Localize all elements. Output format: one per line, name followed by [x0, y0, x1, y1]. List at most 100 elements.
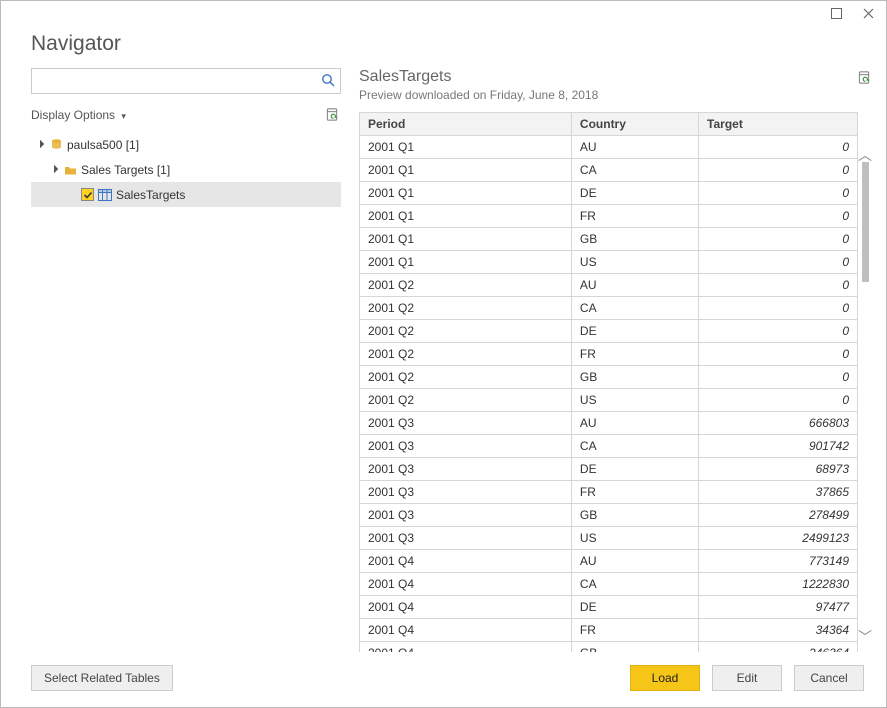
tree-node-folder-label: Sales Targets [1]	[81, 163, 170, 177]
cell-period: 2001 Q2	[360, 343, 572, 366]
vertical-scrollbar[interactable]: ︿ ﹀	[858, 112, 872, 651]
cell-country: US	[571, 527, 698, 550]
table-row[interactable]: 2001 Q4FR34364	[360, 619, 858, 642]
col-header-target[interactable]: Target	[699, 113, 858, 136]
table-icon	[98, 188, 112, 202]
tree-node-table-label: SalesTargets	[116, 188, 185, 202]
table-checkbox[interactable]	[81, 188, 94, 201]
cell-period: 2001 Q3	[360, 481, 572, 504]
cell-period: 2001 Q4	[360, 573, 572, 596]
table-row[interactable]: 2001 Q3CA901742	[360, 435, 858, 458]
cell-country: CA	[571, 297, 698, 320]
table-row[interactable]: 2001 Q1CA0	[360, 159, 858, 182]
table-row[interactable]: 2001 Q2FR0	[360, 343, 858, 366]
table-row[interactable]: 2001 Q4DE97477	[360, 596, 858, 619]
preview-table-wrap: Period Country Target 2001 Q1AU02001 Q1C…	[359, 112, 858, 651]
search-input[interactable]	[31, 68, 341, 94]
cell-target: 34364	[699, 619, 858, 642]
right-pane: SalesTargets Preview downloaded on Frida…	[359, 68, 872, 651]
preview-subtitle: Preview downloaded on Friday, June 8, 20…	[359, 88, 598, 102]
table-row[interactable]: 2001 Q1AU0	[360, 136, 858, 159]
table-row[interactable]: 2001 Q2GB0	[360, 366, 858, 389]
display-options-row: Display Options ▾	[31, 100, 341, 130]
cell-target: 0	[699, 389, 858, 412]
table-row[interactable]: 2001 Q4AU773149	[360, 550, 858, 573]
cell-target: 0	[699, 228, 858, 251]
display-options-dropdown[interactable]: Display Options ▾	[31, 108, 126, 122]
table-row[interactable]: 2001 Q4CA1222830	[360, 573, 858, 596]
tree-node-root[interactable]: paulsa500 [1]	[31, 132, 341, 157]
cell-country: US	[571, 389, 698, 412]
cell-period: 2001 Q3	[360, 435, 572, 458]
tree-node-folder[interactable]: Sales Targets [1]	[31, 157, 341, 182]
cancel-button[interactable]: Cancel	[794, 665, 864, 691]
body: Display Options ▾	[1, 68, 886, 659]
cell-period: 2001 Q1	[360, 251, 572, 274]
table-row[interactable]: 2001 Q1US0	[360, 251, 858, 274]
scrollbar-thumb[interactable]	[862, 162, 869, 282]
col-header-country[interactable]: Country	[571, 113, 698, 136]
search-icon[interactable]	[321, 73, 335, 87]
cell-country: DE	[571, 596, 698, 619]
cell-period: 2001 Q2	[360, 366, 572, 389]
preview-refresh-button[interactable]	[857, 70, 872, 85]
cell-target: 97477	[699, 596, 858, 619]
cell-country: US	[571, 251, 698, 274]
table-row[interactable]: 2001 Q2DE0	[360, 320, 858, 343]
load-button[interactable]: Load	[630, 665, 700, 691]
table-row[interactable]: 2001 Q3US2499123	[360, 527, 858, 550]
cell-country: CA	[571, 435, 698, 458]
cell-period: 2001 Q4	[360, 550, 572, 573]
scroll-up-icon[interactable]: ︿	[858, 148, 872, 162]
cell-period: 2001 Q4	[360, 596, 572, 619]
maximize-button[interactable]	[826, 4, 846, 24]
cell-period: 2001 Q4	[360, 642, 572, 652]
cell-country: AU	[571, 550, 698, 573]
table-region: Period Country Target 2001 Q1AU02001 Q1C…	[359, 112, 872, 651]
cell-country: AU	[571, 412, 698, 435]
cell-target: 0	[699, 251, 858, 274]
tree-node-table[interactable]: SalesTargets	[31, 182, 341, 207]
navigator-window: Navigator Display Options ▾	[0, 0, 887, 708]
table-row[interactable]: 2001 Q2AU0	[360, 274, 858, 297]
table-row[interactable]: 2001 Q1FR0	[360, 205, 858, 228]
preview-header: SalesTargets Preview downloaded on Frida…	[359, 68, 872, 112]
table-row[interactable]: 2001 Q2US0	[360, 389, 858, 412]
cell-country: GB	[571, 366, 698, 389]
cell-country: AU	[571, 274, 698, 297]
cell-period: 2001 Q2	[360, 320, 572, 343]
table-row[interactable]: 2001 Q1GB0	[360, 228, 858, 251]
refresh-button[interactable]	[325, 107, 341, 123]
cell-target: 0	[699, 136, 858, 159]
cell-period: 2001 Q3	[360, 504, 572, 527]
col-header-period[interactable]: Period	[360, 113, 572, 136]
edit-button[interactable]: Edit	[712, 665, 782, 691]
chevron-down-icon: ▾	[121, 111, 126, 121]
scroll-down-icon[interactable]: ﹀	[858, 630, 872, 644]
cell-target: 901742	[699, 435, 858, 458]
close-window-button[interactable]	[858, 4, 878, 24]
maximize-icon	[831, 8, 842, 19]
table-row[interactable]: 2001 Q2CA0	[360, 297, 858, 320]
cell-target: 0	[699, 297, 858, 320]
cell-country: CA	[571, 573, 698, 596]
select-related-tables-button[interactable]: Select Related Tables	[31, 665, 173, 691]
cell-period: 2001 Q2	[360, 389, 572, 412]
cell-target: 2499123	[699, 527, 858, 550]
table-row[interactable]: 2001 Q3DE68973	[360, 458, 858, 481]
cell-target: 68973	[699, 458, 858, 481]
table-row[interactable]: 2001 Q1DE0	[360, 182, 858, 205]
cell-country: FR	[571, 343, 698, 366]
table-row[interactable]: 2001 Q3FR37865	[360, 481, 858, 504]
footer: Select Related Tables Load Edit Cancel	[1, 660, 886, 707]
table-header-row: Period Country Target	[360, 113, 858, 136]
cell-period: 2001 Q3	[360, 527, 572, 550]
expander-icon[interactable]	[49, 165, 59, 175]
table-row[interactable]: 2001 Q4GB246364	[360, 642, 858, 652]
expander-icon[interactable]	[35, 140, 45, 150]
cell-period: 2001 Q3	[360, 458, 572, 481]
table-row[interactable]: 2001 Q3AU666803	[360, 412, 858, 435]
cell-country: GB	[571, 228, 698, 251]
table-row[interactable]: 2001 Q3GB278499	[360, 504, 858, 527]
checkmark-icon	[83, 190, 93, 200]
